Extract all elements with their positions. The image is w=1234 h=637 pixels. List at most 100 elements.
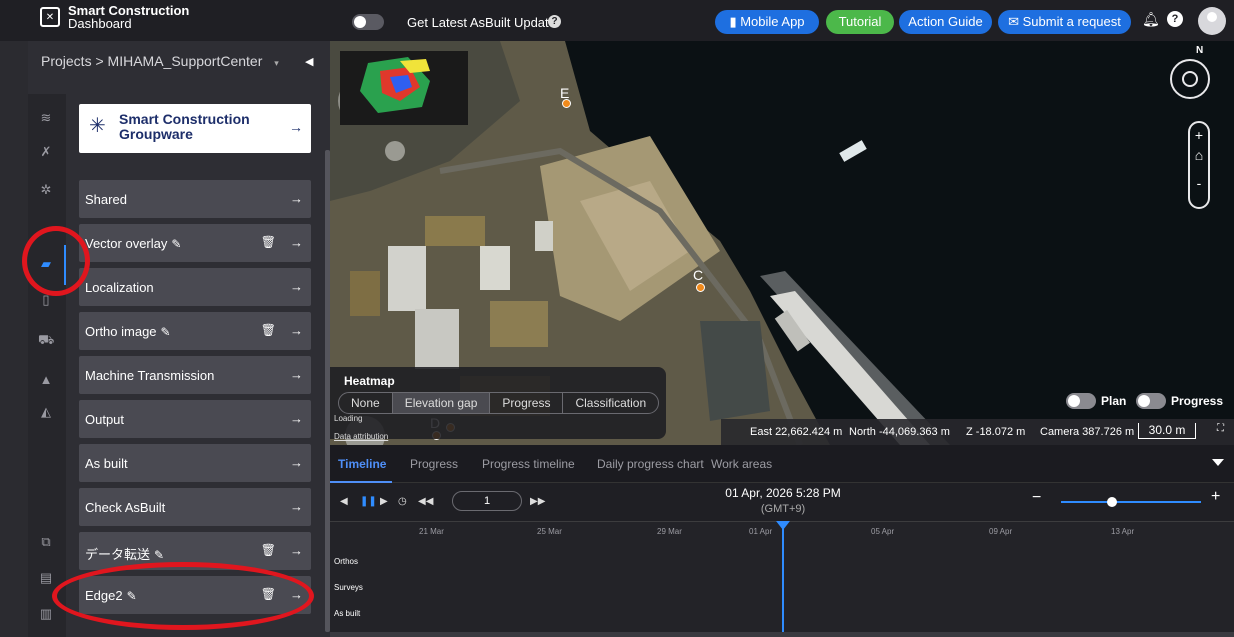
arrow-right-icon: →	[290, 411, 303, 426]
asbuilt-help-icon[interactable]: ?	[548, 15, 561, 28]
timeline-ruler[interactable]: 21 Mar 25 Mar 29 Mar 01 Apr 05 Apr 09 Ap…	[330, 521, 1234, 637]
menu-item-as-built[interactable]: As built →	[79, 444, 311, 482]
menu-item-check-asbuilt[interactable]: Check AsBuilt →	[79, 488, 311, 526]
bell-icon[interactable]: 🔔︎	[1142, 11, 1160, 28]
arrow-right-icon: →	[290, 367, 303, 382]
progress-toggle[interactable]	[1136, 393, 1166, 409]
rewind-icon[interactable]: ◀◀	[418, 496, 433, 507]
external-link-icon[interactable]: ⧉	[38, 534, 54, 550]
pencil-icon[interactable]: ✎	[161, 325, 171, 339]
pause-icon[interactable]: ❚❚	[360, 496, 377, 507]
mobile-app-button[interactable]: ▮ Mobile App	[715, 10, 819, 34]
map-marker-e[interactable]	[562, 99, 571, 108]
menu-item-shared[interactable]: Shared →	[79, 180, 311, 218]
timeline-zoom-in[interactable]: +	[1211, 488, 1220, 506]
trash-icon[interactable]: 🗑︎	[261, 543, 276, 557]
menu-item-machine-transmission[interactable]: Machine Transmission →	[79, 356, 311, 394]
tab-progress[interactable]: Progress	[410, 457, 458, 471]
top-bar: ✕ Smart Construction Dashboard Get Lates…	[0, 0, 1234, 41]
compass-icon[interactable]	[1170, 59, 1210, 99]
breadcrumb[interactable]: Projects > MIHAMA_SupportCenter ▾	[41, 53, 279, 69]
timeline-cursor-handle[interactable]	[776, 521, 790, 530]
timeline-panel: Timeline Progress Progress timeline Dail…	[330, 445, 1234, 637]
app-root: ✕ Smart Construction Dashboard Get Lates…	[0, 0, 1234, 637]
collapse-timeline-icon[interactable]	[1212, 459, 1224, 466]
pile-icon[interactable]: ▲	[38, 372, 54, 388]
minimap[interactable]	[340, 51, 468, 125]
asbuilt-update-toggle[interactable]	[352, 14, 384, 30]
machines-icon[interactable]: ⛟	[38, 332, 54, 348]
tab-timeline[interactable]: Timeline	[338, 457, 386, 471]
fullscreen-icon[interactable]: ⛶	[1217, 423, 1224, 434]
pencil-icon[interactable]: ✎	[154, 548, 164, 562]
arrow-right-icon: →	[290, 235, 303, 250]
clock-icon[interactable]: ◷	[398, 496, 407, 507]
map-marker-c[interactable]	[696, 283, 705, 292]
coord-z: Z -18.072 m	[966, 426, 1026, 438]
fast-forward-icon[interactable]: ▶▶	[530, 496, 545, 507]
tab-daily-progress-chart[interactable]: Daily progress chart	[597, 457, 704, 471]
trash-icon[interactable]: 🗑︎	[261, 235, 276, 249]
arrow-right-icon: →	[290, 279, 303, 294]
help-icon[interactable]: ?	[1167, 11, 1183, 27]
trash-icon[interactable]: 🗑︎	[261, 323, 276, 337]
logo-icon: ✕	[40, 7, 60, 27]
submit-request-button[interactable]: ✉ Submit a request	[998, 10, 1131, 34]
coord-north: North -44,069.363 m	[849, 426, 950, 438]
collapse-panel-icon[interactable]: ◀	[305, 55, 313, 68]
menu-item-localization[interactable]: Localization →	[79, 268, 311, 306]
tick-29-mar: 29 Mar	[657, 527, 682, 536]
map-viewport[interactable]: E C D N + ⌂ - Heatmap None Elevation gap…	[330, 41, 1234, 445]
annotation-circle-edge2	[52, 562, 314, 630]
progress-label: Progress	[1171, 394, 1224, 408]
zoom-in-button[interactable]: +	[1190, 127, 1208, 143]
layers-icon[interactable]: ≋	[38, 110, 54, 126]
timeline-controls: ◀ ❚❚ ▶ ◷ ◀◀ 1 ▶▶ 01 Apr, 2026 5:28 PM (G…	[330, 483, 1234, 521]
coord-camera: Camera 387.726 m	[1040, 426, 1135, 438]
app-logo[interactable]: ✕ Smart Construction Dashboard	[40, 4, 189, 30]
tab-progress-timeline[interactable]: Progress timeline	[482, 457, 575, 471]
pencil-icon[interactable]: ✎	[171, 237, 181, 251]
tick-21-mar: 21 Mar	[419, 527, 444, 536]
action-guide-button[interactable]: Action Guide	[899, 10, 992, 34]
arrow-right-icon: →	[290, 499, 303, 514]
heatmap-option-progress[interactable]: Progress	[490, 393, 564, 413]
slider-knob[interactable]	[1106, 497, 1117, 507]
timeline-zoom-slider[interactable]	[1061, 495, 1201, 509]
document-icon[interactable]: ▤	[38, 570, 54, 586]
play-icon[interactable]: ▶	[380, 496, 388, 507]
tick-25-mar: 25 Mar	[537, 527, 562, 536]
heatmap-option-none[interactable]: None	[339, 393, 393, 413]
arrow-right-icon: →	[290, 455, 303, 470]
measure-icon[interactable]: ◭	[38, 404, 54, 420]
report-icon[interactable]: ▥	[38, 606, 54, 622]
tab-work-areas[interactable]: Work areas	[711, 457, 772, 471]
timeline-scrollbar[interactable]	[330, 632, 1234, 637]
step-back-icon[interactable]: ◀	[340, 496, 348, 507]
menu-item-ortho-image[interactable]: Ortho image ✎ 🗑︎ →	[79, 312, 311, 350]
phone-icon: ▮	[729, 14, 741, 29]
heatmap-panel: Heatmap None Elevation gap Progress Clas…	[330, 367, 666, 439]
home-icon[interactable]: ⌂	[1190, 147, 1208, 163]
arrow-right-icon: →	[290, 543, 303, 558]
menu-item-output[interactable]: Output →	[79, 400, 311, 438]
groupware-line-1: Smart Construction	[119, 111, 250, 127]
zoom-out-button[interactable]: -	[1190, 175, 1208, 191]
groupware-card[interactable]: ✳ Smart Construction Groupware →	[79, 104, 311, 153]
menu-item-vector-overlay[interactable]: Vector overlay ✎ 🗑︎ →	[79, 224, 311, 262]
data-attribution-link[interactable]: Data attribution	[334, 432, 388, 441]
settings-icon[interactable]: ✲	[38, 182, 54, 198]
annotation-circle-folder	[22, 226, 90, 296]
plan-toggle[interactable]	[1066, 393, 1096, 409]
avatar[interactable]	[1198, 7, 1226, 35]
scale-bar: 30.0 m	[1138, 423, 1196, 439]
step-input[interactable]: 1	[452, 491, 522, 511]
row-orthos: Orthos	[334, 557, 359, 566]
timeline-zoom-out[interactable]: −	[1032, 489, 1041, 507]
tools-icon[interactable]: ✗	[38, 144, 54, 160]
heatmap-option-classification[interactable]: Classification	[563, 393, 658, 413]
timeline-cursor[interactable]	[782, 521, 784, 637]
heatmap-option-elevation-gap[interactable]: Elevation gap	[392, 393, 491, 413]
tutorial-button[interactable]: Tutorial	[826, 10, 894, 34]
arrow-right-icon: →	[290, 191, 303, 206]
